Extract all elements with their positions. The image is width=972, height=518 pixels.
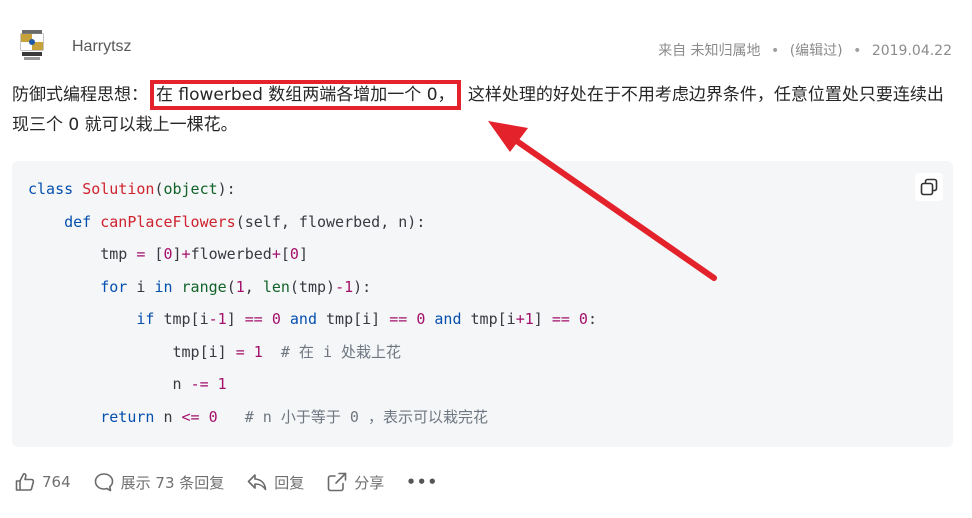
thumbs-up-icon [15, 473, 35, 491]
comment-date: 2019.04.22 [871, 43, 952, 59]
share-label: 分享 [354, 473, 385, 492]
separator-dot: • [771, 43, 780, 59]
show-replies-button[interactable]: 展示 73 条回复 [93, 471, 225, 493]
copy-icon [920, 178, 938, 196]
reply-button[interactable]: 回复 [246, 471, 304, 493]
share-button[interactable]: 分享 [326, 471, 384, 493]
highlighted-text: 在 flowerbed 数组两端各增加一个 0， [150, 80, 461, 110]
location-label: 来自 未知归属地 [658, 43, 761, 59]
code-line: n -= 1 [28, 375, 227, 393]
code-line: for i in range(1, len(tmp)-1): [100, 277, 372, 296]
code-line: tmp = [0]+flowerbed+[0] [28, 245, 308, 263]
code-line: class Solution(object): [28, 180, 236, 198]
code-line: def canPlaceFlowers(self, flowerbed, n): [64, 212, 426, 231]
more-icon: ••• [406, 473, 439, 491]
copy-button[interactable] [915, 173, 943, 201]
separator-dot: • [853, 43, 862, 59]
author-name[interactable]: Harrytsz [72, 38, 132, 56]
text-prefix: 防御式编程思想： [12, 85, 148, 105]
share-icon [327, 472, 347, 492]
edited-label: (编辑过) [789, 43, 843, 59]
comment-actions: 764 展示 73 条回复 回复 分享 ••• [14, 470, 460, 494]
more-button[interactable]: ••• [406, 473, 438, 491]
code-lines: class Solution(object): def canPlaceFlow… [28, 177, 597, 437]
code-line: return n <= 0 # n 小于等于 0 ，表示可以栽完花 [100, 407, 488, 426]
code-block: class Solution(object): def canPlaceFlow… [12, 161, 953, 447]
reply-label: 回复 [274, 473, 305, 492]
comment-text: 防御式编程思想：在 flowerbed 数组两端各增加一个 0， 这样处理的好处… [12, 80, 957, 140]
like-button[interactable]: 764 [14, 471, 71, 493]
comment-meta: 来自 未知归属地 • (编辑过) • 2019.04.22 [658, 40, 952, 60]
code-line: if tmp[i-1] == 0 and tmp[i] == 0 and tmp… [136, 310, 597, 328]
comment-bubble-icon [94, 473, 113, 492]
like-count: 764 [42, 473, 71, 491]
replies-label: 展示 73 条回复 [120, 473, 225, 492]
reply-arrow-icon [247, 474, 267, 491]
avatar[interactable] [18, 28, 48, 66]
code-line: tmp[i] = 1 # 在 i 处栽上花 [28, 342, 402, 361]
comment-header: Harrytsz 来自 未知归属地 • (编辑过) • 2019.04.22 [18, 28, 954, 68]
